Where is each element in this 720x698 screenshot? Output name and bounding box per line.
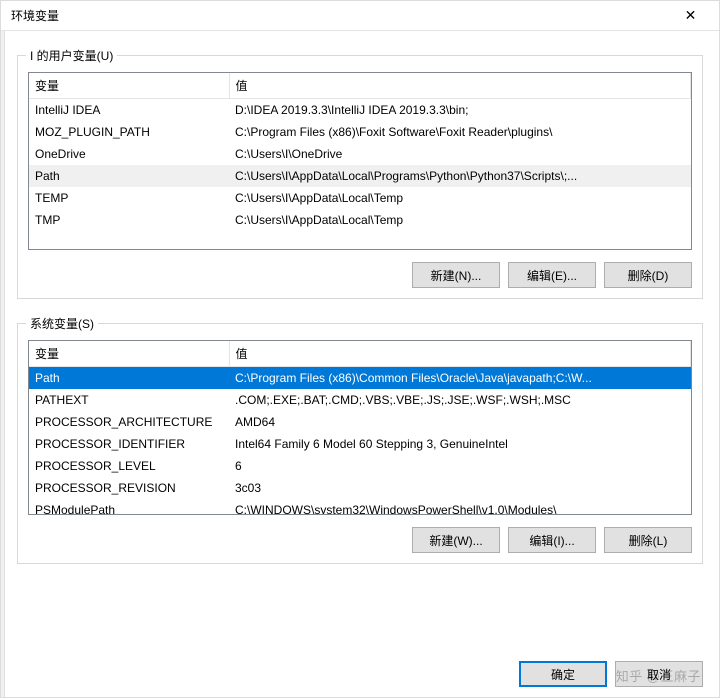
- system-button-row: 新建(W)... 编辑(I)... 删除(L): [28, 527, 692, 553]
- close-button[interactable]: ✕: [668, 2, 713, 30]
- column-header-value[interactable]: 值: [229, 341, 691, 367]
- var-value-cell: C:\Users\I\AppData\Local\Programs\Python…: [229, 165, 691, 187]
- var-value-cell: C:\Program Files (x86)\Foxit Software\Fo…: [229, 121, 691, 143]
- var-name-cell: PROCESSOR_IDENTIFIER: [29, 433, 229, 455]
- var-value-cell: Intel64 Family 6 Model 60 Stepping 3, Ge…: [229, 433, 691, 455]
- system-variables-list[interactable]: 变量 值 PathC:\Program Files (x86)\Common F…: [28, 340, 692, 515]
- var-name-cell: PROCESSOR_REVISION: [29, 477, 229, 499]
- system-variables-group: 系统变量(S) 变量 值 PathC:\Program Files (x86)\…: [17, 315, 703, 564]
- user-edit-button[interactable]: 编辑(E)...: [508, 262, 596, 288]
- table-row[interactable]: PROCESSOR_REVISION3c03: [29, 477, 691, 499]
- table-row[interactable]: TMPC:\Users\I\AppData\Local\Temp: [29, 209, 691, 231]
- var-value-cell: D:\IDEA 2019.3.3\IntelliJ IDEA 2019.3.3\…: [229, 99, 691, 121]
- var-name-cell: PSModulePath: [29, 499, 229, 516]
- var-name-cell: Path: [29, 367, 229, 389]
- table-row[interactable]: PathC:\Users\I\AppData\Local\Programs\Py…: [29, 165, 691, 187]
- user-variables-table: 变量 值 IntelliJ IDEAD:\IDEA 2019.3.3\Intel…: [29, 73, 691, 231]
- column-header-value[interactable]: 值: [229, 73, 691, 99]
- user-group-legend: I 的用户变量(U): [26, 47, 117, 64]
- var-name-cell: IntelliJ IDEA: [29, 99, 229, 121]
- user-delete-button[interactable]: 删除(D): [604, 262, 692, 288]
- var-value-cell: 6: [229, 455, 691, 477]
- var-name-cell: PROCESSOR_ARCHITECTURE: [29, 411, 229, 433]
- environment-variables-dialog: 环境变量 ✕ I 的用户变量(U) 变量 值 IntelliJ IDEAD:\I…: [0, 0, 720, 698]
- system-new-button[interactable]: 新建(W)...: [412, 527, 500, 553]
- var-name-cell: PATHEXT: [29, 389, 229, 411]
- table-row[interactable]: PROCESSOR_LEVEL6: [29, 455, 691, 477]
- table-row[interactable]: PathC:\Program Files (x86)\Common Files\…: [29, 367, 691, 389]
- system-edit-button[interactable]: 编辑(I)...: [508, 527, 596, 553]
- user-variables-list[interactable]: 变量 值 IntelliJ IDEAD:\IDEA 2019.3.3\Intel…: [28, 72, 692, 250]
- left-strip: [1, 31, 5, 697]
- titlebar: 环境变量 ✕: [1, 1, 719, 31]
- var-name-cell: PROCESSOR_LEVEL: [29, 455, 229, 477]
- user-new-button[interactable]: 新建(N)...: [412, 262, 500, 288]
- var-value-cell: C:\Users\I\OneDrive: [229, 143, 691, 165]
- var-value-cell: AMD64: [229, 411, 691, 433]
- var-value-cell: C:\Program Files (x86)\Common Files\Orac…: [229, 367, 691, 389]
- var-name-cell: Path: [29, 165, 229, 187]
- system-delete-button[interactable]: 删除(L): [604, 527, 692, 553]
- column-header-name[interactable]: 变量: [29, 73, 229, 99]
- table-row[interactable]: PROCESSOR_ARCHITECTUREAMD64: [29, 411, 691, 433]
- var-name-cell: TEMP: [29, 187, 229, 209]
- dialog-body: I 的用户变量(U) 变量 值 IntelliJ IDEAD:\IDEA 201…: [1, 31, 719, 659]
- var-value-cell: C:\WINDOWS\system32\WindowsPowerShell\v1…: [229, 499, 691, 516]
- var-value-cell: 3c03: [229, 477, 691, 499]
- table-row[interactable]: MOZ_PLUGIN_PATHC:\Program Files (x86)\Fo…: [29, 121, 691, 143]
- window-title: 环境变量: [11, 7, 668, 24]
- var-value-cell: C:\Users\I\AppData\Local\Temp: [229, 187, 691, 209]
- system-variables-table: 变量 值 PathC:\Program Files (x86)\Common F…: [29, 341, 691, 515]
- table-row[interactable]: PATHEXT.COM;.EXE;.BAT;.CMD;.VBS;.VBE;.JS…: [29, 389, 691, 411]
- column-header-name[interactable]: 变量: [29, 341, 229, 367]
- table-row[interactable]: TEMPC:\Users\I\AppData\Local\Temp: [29, 187, 691, 209]
- dialog-footer: 确定 取消: [1, 659, 719, 697]
- var-name-cell: TMP: [29, 209, 229, 231]
- table-row[interactable]: PSModulePathC:\WINDOWS\system32\WindowsP…: [29, 499, 691, 516]
- close-icon: ✕: [685, 7, 697, 24]
- system-group-legend: 系统变量(S): [26, 315, 98, 332]
- table-row[interactable]: IntelliJ IDEAD:\IDEA 2019.3.3\IntelliJ I…: [29, 99, 691, 121]
- var-value-cell: C:\Users\I\AppData\Local\Temp: [229, 209, 691, 231]
- var-name-cell: OneDrive: [29, 143, 229, 165]
- var-value-cell: .COM;.EXE;.BAT;.CMD;.VBS;.VBE;.JS;.JSE;.…: [229, 389, 691, 411]
- ok-button[interactable]: 确定: [519, 661, 607, 687]
- user-variables-group: I 的用户变量(U) 变量 值 IntelliJ IDEAD:\IDEA 201…: [17, 47, 703, 299]
- var-name-cell: MOZ_PLUGIN_PATH: [29, 121, 229, 143]
- table-row[interactable]: OneDriveC:\Users\I\OneDrive: [29, 143, 691, 165]
- user-button-row: 新建(N)... 编辑(E)... 删除(D): [28, 262, 692, 288]
- table-row[interactable]: PROCESSOR_IDENTIFIERIntel64 Family 6 Mod…: [29, 433, 691, 455]
- cancel-button[interactable]: 取消: [615, 661, 703, 687]
